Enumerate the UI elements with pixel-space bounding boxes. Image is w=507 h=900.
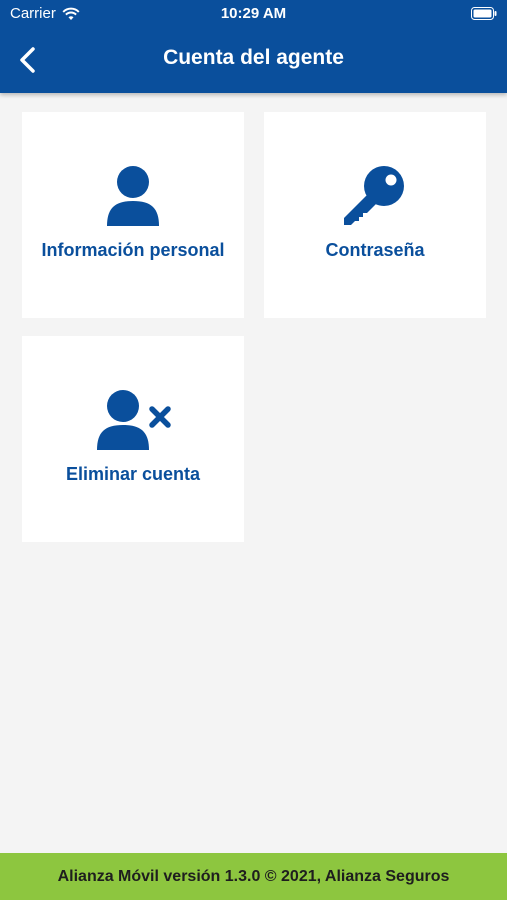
app-header: Carrier 10:29 AM Cuenta del agente [0,0,507,93]
footer-version: Alianza Móvil versión 1.3.0 © 2021, Alia… [0,853,507,900]
password-card[interactable]: Contraseña [264,112,486,318]
user-remove-icon [97,390,171,450]
status-bar: Carrier 10:29 AM [0,0,507,28]
card-label-password: Contraseña [325,240,425,260]
delete-account-card[interactable]: Eliminar cuenta [22,336,244,542]
personal-info-card[interactable]: Información personal [22,112,244,318]
card-label-delete-account: Eliminar cuenta [65,464,201,484]
user-icon [107,166,159,226]
status-time: 10:29 AM [220,5,287,22]
card-label-personal-info: Información personal [41,240,225,260]
key-icon [344,166,404,225]
battery-icon [471,7,497,20]
page-title: Cuenta del agente [163,46,344,69]
